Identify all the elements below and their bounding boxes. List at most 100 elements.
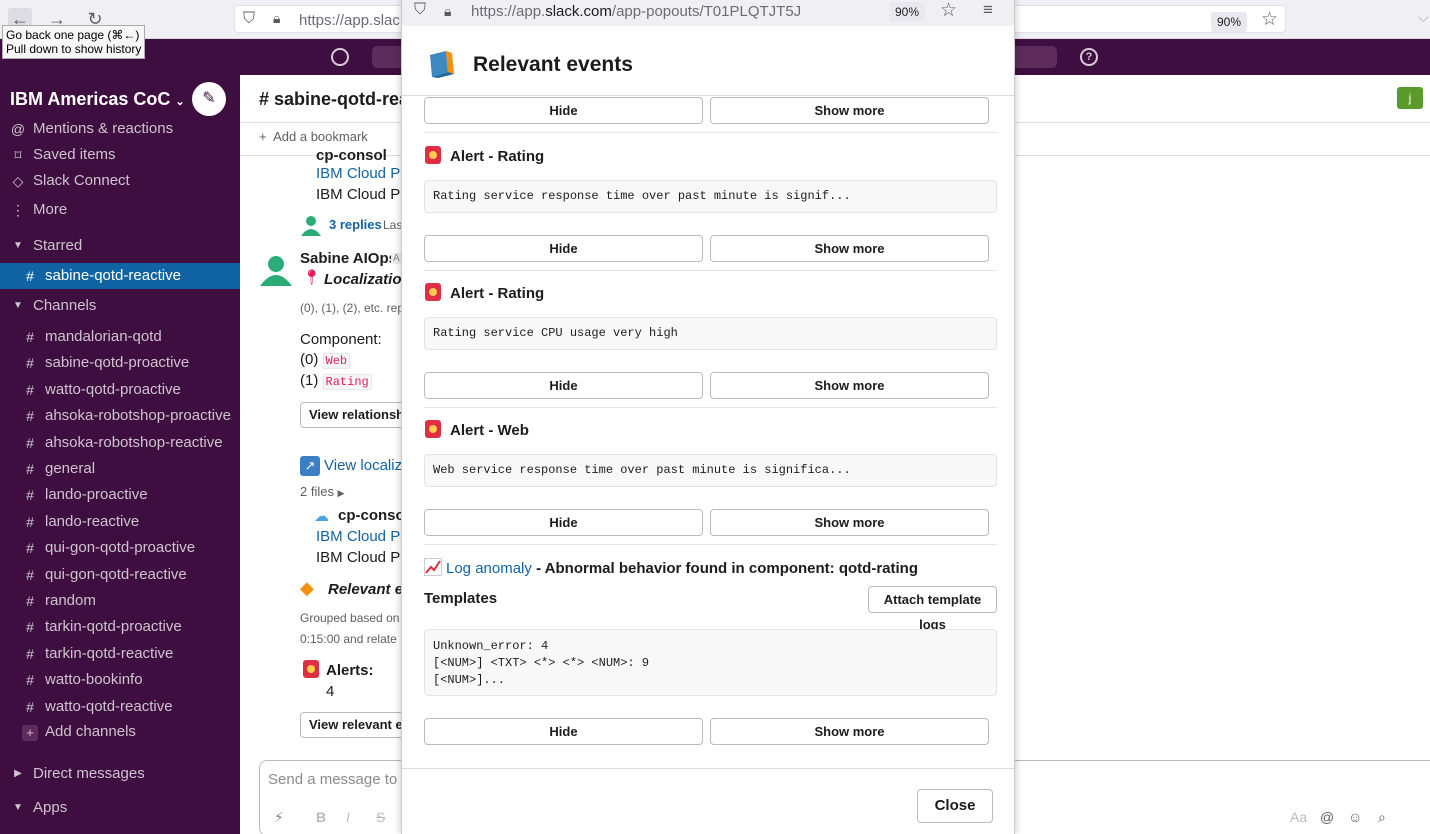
bold-icon[interactable]: B [316,809,326,825]
hide-button[interactable]: Hide [424,235,703,262]
pocket-icon[interactable]: ⌵ [1418,9,1429,26]
show-more-button[interactable]: Show more [710,372,989,399]
file-title[interactable]: cp-consol [338,507,409,524]
hash-icon: # [26,646,34,662]
sidebar-item-lando-reactive[interactable]: # lando-reactive [0,509,240,535]
files-toggle[interactable]: 2 files ▶ [300,484,345,499]
sidebar-item-lando-proactive[interactable]: # lando-proactive [0,482,240,508]
sidebar-item-sabine-qotd-reactive[interactable]: # sabine-qotd-reactive [0,263,240,289]
sidebar-item-mentions[interactable]: @ Mentions & reactions [0,116,240,142]
popout-address-bar[interactable]: ⛉ 🔒︎ https://app.slack.com/app-popouts/T… [402,0,1014,26]
format-text-icon[interactable]: Aa [1290,809,1307,825]
section-channels[interactable]: ▼ Channels [0,293,240,319]
sidebar-item-slack-connect[interactable]: ◇ Slack Connect [0,168,240,194]
tooltip-line: Go back one page (⌘←) [6,28,140,42]
star-icon[interactable]: ☆ [1261,8,1278,31]
zoom-indicator[interactable]: 90% [889,2,926,22]
sidebar-item-watto-qotd-reactive[interactable]: # watto-qotd-reactive [0,694,240,720]
url-domain: slack.com [545,3,612,20]
sidebar-item-label: Add channels [45,723,136,740]
show-more-button[interactable]: Show more [710,97,989,124]
component-index: (0) [300,351,319,368]
show-more-button[interactable]: Show more [710,718,989,745]
sidebar-item-more[interactable]: ⋮ More [0,197,240,223]
component-row: (1) Rating [300,372,372,390]
alerts-count: 4 [326,683,335,700]
sidebar-item-qui-gon-qotd-reactive[interactable]: # qui-gon-qotd-reactive [0,562,240,588]
sidebar-item-tarkin-qotd-reactive[interactable]: # tarkin-qotd-reactive [0,641,240,667]
show-more-button[interactable]: Show more [710,509,989,536]
help-icon[interactable]: ? [1080,48,1098,66]
sidebar-item-label: Saved items [33,146,116,163]
show-more-button[interactable]: Show more [710,235,989,262]
compose-icon[interactable]: ✎ [192,82,226,116]
section-direct-messages[interactable]: ▶ Direct messages [0,761,240,787]
view-relationships-button[interactable]: View relationship [300,402,416,428]
sidebar-item-watto-bookinfo[interactable]: # watto-bookinfo [0,667,240,693]
hide-button[interactable]: Hide [424,97,703,124]
sidebar-item-ahsoka-robotshop-reactive[interactable]: # ahsoka-robotshop-reactive [0,430,240,456]
hash-icon: # [26,382,34,398]
alerts-label: Alerts: [326,662,374,679]
siren-icon [303,660,319,678]
view-localization-link[interactable]: View localiz [324,457,402,474]
emoji-icon[interactable]: ☺ [1348,809,1362,825]
sidebar-item-tarkin-qotd-proactive[interactable]: # tarkin-qotd-proactive [0,614,240,640]
file-link[interactable]: IBM Cloud Pa [316,165,409,182]
sidebar-item-label: tarkin-qotd-proactive [45,618,182,635]
file-title[interactable]: cp-consol [316,147,387,164]
add-bookmark[interactable]: + Add a bookmark [259,129,368,144]
alert-description: Rating service response time over past m… [424,180,997,213]
strikethrough-icon[interactable]: S [376,809,385,825]
alert-title: Alert - Web [424,419,529,439]
view-relevant-events-button[interactable]: View relevant ev [300,712,410,738]
workspace-name[interactable]: IBM Americas CoC ⌄ [10,89,185,110]
section-label: Apps [33,799,68,816]
menu-icon[interactable]: ≡ [983,0,993,20]
star-icon[interactable]: ☆ [940,0,957,22]
grouped-text: 0:15:00 and relate [300,632,397,646]
member-avatar[interactable]: j [1397,87,1423,109]
zoom-indicator[interactable]: 90% [1211,12,1248,32]
sidebar-item-mandalorian-qotd[interactable]: # mandalorian-qotd [0,324,240,350]
relevant-events-popout: ⛉ 🔒︎ https://app.slack.com/app-popouts/T… [401,0,1015,834]
sidebar-item-random[interactable]: # random [0,588,240,614]
component-row: (0) Web [300,351,351,369]
url-path: /app-popouts/T01PLQTJT5J [611,3,802,20]
mention-icon[interactable]: @ [1320,809,1334,825]
arrow-link-icon: ↗ [300,456,320,476]
hide-button[interactable]: Hide [424,718,703,745]
hash-icon: # [26,514,34,530]
history-clock-icon[interactable] [331,48,349,66]
channel-title[interactable]: # sabine-qotd-reac [259,89,419,110]
italic-icon[interactable]: I [346,809,350,825]
sidebar-item-sabine-qotd-proactive[interactable]: # sabine-qotd-proactive [0,350,240,376]
sidebar-item-ahsoka-robotshop-proactive[interactable]: # ahsoka-robotshop-proactive [0,403,240,429]
pin-icon: 📍︎ [302,269,322,286]
caret-down-icon: ▼ [13,300,23,311]
section-apps[interactable]: ▼ Apps [0,795,240,821]
popout-url: https://app.slack.com/app-popouts/T01PLQ… [471,3,801,20]
book-icon [430,51,454,78]
divider [424,407,997,408]
section-label: Direct messages [33,765,145,782]
attach-template-logs-button[interactable]: Attach template logs [868,586,997,632]
sidebar-item-saved[interactable]: ⌑ Saved items [0,142,240,168]
sender-name[interactable]: Sabine AIOps [300,250,397,267]
hide-button[interactable]: Hide [424,509,703,536]
sidebar-item-watto-qotd-proactive[interactable]: # watto-qotd-proactive [0,377,240,403]
sidebar-item-label: ahsoka-robotshop-proactive [45,407,231,424]
sidebar-item-qui-gon-qotd-proactive[interactable]: # qui-gon-qotd-proactive [0,535,240,561]
sidebar-item-general[interactable]: # general [0,456,240,482]
attach-icon[interactable]: ⌕ [1378,809,1386,826]
add-channels[interactable]: + Add channels [0,719,240,745]
sabine-avatar[interactable] [258,252,294,288]
section-starred[interactable]: ▼ Starred [0,233,240,259]
log-anomaly-link[interactable]: Log anomaly [446,560,532,577]
sidebar-item-label: general [45,460,96,477]
close-button[interactable]: Close [917,789,993,823]
thread-replies[interactable]: 3 replies [329,217,382,232]
shortcuts-icon[interactable]: ⚡︎ [274,809,284,826]
hide-button[interactable]: Hide [424,372,703,399]
file-link[interactable]: IBM Cloud Pa [316,528,409,545]
